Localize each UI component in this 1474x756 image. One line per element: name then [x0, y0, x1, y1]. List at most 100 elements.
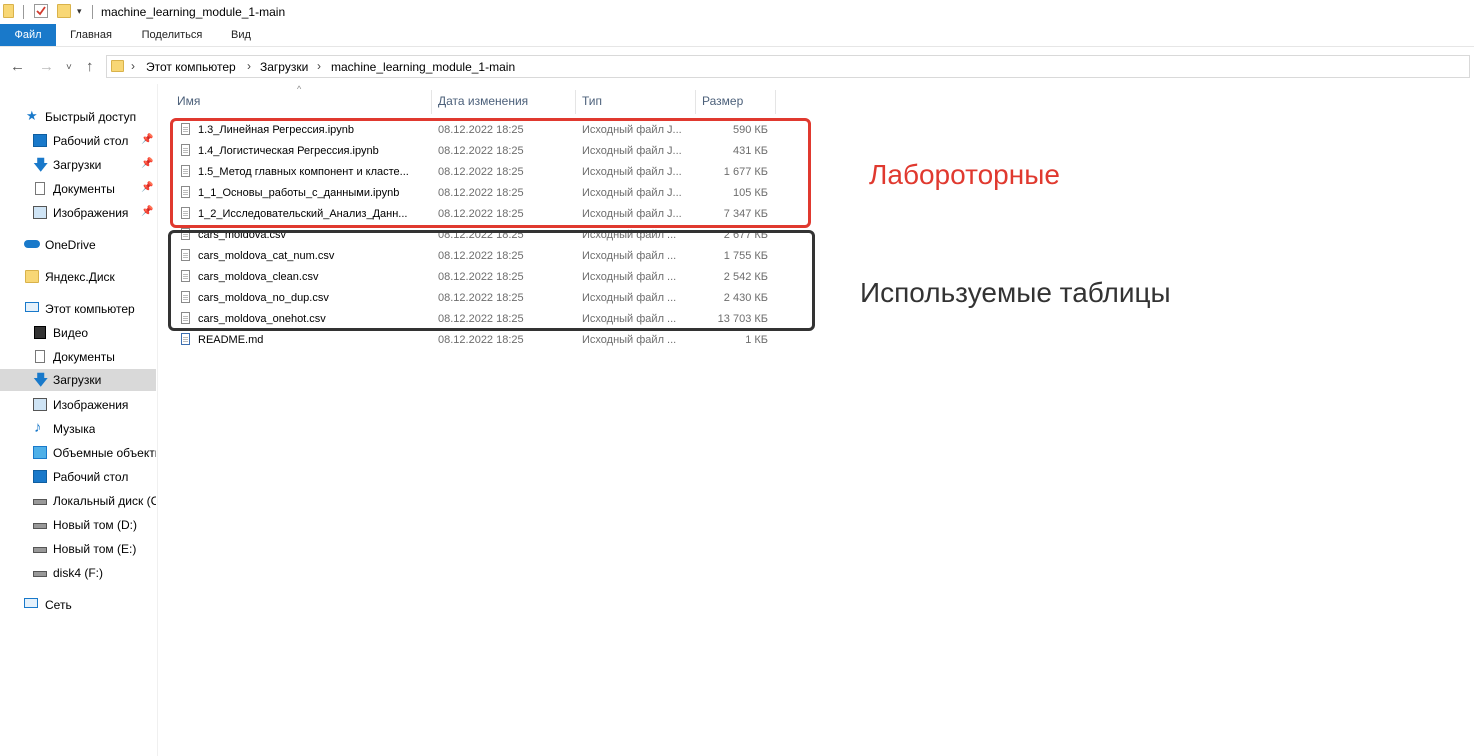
sidebar-item-label: Объемные объекты	[53, 446, 156, 460]
sidebar-item-label: Документы	[53, 182, 115, 196]
download-arrow-icon: 🡇	[33, 157, 49, 174]
sidebar-item-pictures[interactable]: Изображения 📌	[0, 202, 156, 224]
sidebar-item-pictures-pc[interactable]: Изображения	[0, 394, 156, 416]
sort-ascending-icon: ^	[297, 84, 302, 94]
tab-view[interactable]: Вид	[224, 24, 258, 46]
address-bar[interactable]: › Этот компьютер › Загрузки › machine_le…	[106, 55, 1470, 78]
breadcrumb-this-pc[interactable]: Этот компьютер	[146, 60, 236, 74]
labs-highlight-box	[170, 118, 811, 228]
pin-icon[interactable]: 📌	[141, 158, 153, 169]
title-bar: ▾ machine_learning_module_1-main	[0, 0, 1474, 24]
sidebar-item-drive-d[interactable]: Новый том (D:)	[0, 514, 156, 536]
sidebar-item-downloads-pc[interactable]: 🡇 Загрузки	[0, 369, 156, 391]
sidebar-item-label: Изображения	[53, 206, 129, 220]
divider	[92, 5, 93, 19]
sidebar-item-label: Изображения	[53, 398, 129, 412]
drive-icon	[33, 571, 47, 577]
pin-icon[interactable]: 📌	[141, 182, 153, 193]
folder-icon	[3, 4, 14, 18]
chevron-right-icon[interactable]: ›	[247, 59, 251, 73]
sidebar-item-label: Новый том (E:)	[53, 542, 137, 556]
chevron-right-icon[interactable]: ›	[317, 59, 321, 73]
sidebar-item-music[interactable]: ♪ Музыка	[0, 418, 156, 440]
sidebar-item-quick-access[interactable]: ★ Быстрый доступ	[0, 106, 156, 128]
picture-icon	[33, 398, 47, 411]
column-header-type[interactable]: Тип	[582, 94, 602, 108]
sidebar-item-label: Этот компьютер	[45, 302, 135, 316]
sidebar-item-downloads[interactable]: 🡇 Загрузки 📌	[0, 154, 156, 176]
sidebar-item-documents-pc[interactable]: Документы	[0, 346, 156, 368]
cloud-icon	[24, 240, 40, 248]
chevron-down-icon[interactable]: ▾	[77, 6, 91, 20]
folder-icon	[111, 60, 124, 72]
column-divider[interactable]	[431, 90, 432, 114]
document-icon	[35, 182, 45, 195]
network-icon	[24, 598, 38, 608]
music-note-icon: ♪	[34, 419, 42, 436]
column-header-name[interactable]: Имя	[177, 94, 200, 108]
sidebar-item-documents[interactable]: Документы 📌	[0, 178, 156, 200]
divider	[23, 5, 24, 19]
sidebar-item-videos[interactable]: Видео	[0, 322, 156, 344]
sidebar-item-desktop[interactable]: Рабочий стол 📌	[0, 130, 156, 152]
navigation-bar: ← → ˅ ↑ › Этот компьютер › Загрузки › ma…	[0, 52, 1474, 82]
drive-icon	[33, 499, 47, 505]
star-icon: ★	[26, 108, 38, 123]
sidebar-item-label: disk4 (F:)	[53, 566, 104, 580]
sidebar-item-label: Локальный диск (C:)	[53, 494, 156, 508]
sidebar-item-label: Документы	[53, 350, 115, 364]
sidebar-item-drive-e[interactable]: Новый том (E:)	[0, 538, 156, 560]
sidebar-item-label: Новый том (D:)	[53, 518, 137, 532]
tables-highlight-box	[168, 230, 815, 331]
tab-home[interactable]: Главная	[60, 24, 122, 46]
file-type: Исходный файл ...	[582, 334, 677, 346]
forward-arrow-icon[interactable]: →	[39, 58, 54, 76]
column-divider[interactable]	[575, 90, 576, 114]
column-header-size[interactable]: Размер	[702, 94, 743, 108]
cube-icon	[33, 446, 47, 459]
tab-file[interactable]: Файл	[0, 24, 56, 46]
drive-icon	[33, 523, 47, 529]
ribbon: Файл Главная Поделиться Вид	[0, 24, 1474, 47]
sidebar-item-desktop-pc[interactable]: Рабочий стол	[0, 466, 156, 488]
sidebar-item-network[interactable]: Сеть	[0, 594, 156, 616]
back-arrow-icon[interactable]: ←	[10, 58, 25, 76]
file-row[interactable]: README.md 08.12.2022 18:25 Исходный файл…	[173, 330, 793, 351]
picture-icon	[33, 206, 47, 219]
sidebar-item-drive-c[interactable]: Локальный диск (C:)	[0, 490, 156, 512]
desktop-icon	[33, 134, 47, 147]
sidebar-item-this-pc[interactable]: Этот компьютер	[0, 298, 156, 320]
breadcrumb-current-folder[interactable]: machine_learning_module_1-main	[331, 60, 515, 74]
sidebar-item-3d-objects[interactable]: Объемные объекты	[0, 442, 156, 464]
sidebar-item-label: Рабочий стол	[53, 134, 129, 148]
sidebar-item-label: Яндекс.Диск	[45, 270, 115, 284]
column-divider[interactable]	[775, 90, 776, 114]
sidebar-item-onedrive[interactable]: OneDrive	[0, 234, 156, 256]
sidebar-item-label: Видео	[53, 326, 89, 340]
file-size: 1 КБ	[745, 334, 768, 346]
sidebar-item-label: OneDrive	[45, 238, 96, 252]
file-date: 08.12.2022 18:25	[438, 334, 524, 346]
column-header-date[interactable]: Дата изменения	[438, 94, 528, 108]
video-icon	[34, 326, 46, 339]
yandex-disk-icon	[25, 270, 39, 283]
new-folder-icon[interactable]	[57, 4, 71, 18]
sidebar-item-label: Рабочий стол	[53, 470, 129, 484]
pin-icon[interactable]: 📌	[141, 206, 153, 217]
recent-locations-chevron-icon[interactable]: ˅	[66, 59, 72, 77]
tab-share[interactable]: Поделиться	[133, 24, 211, 46]
breadcrumb-downloads[interactable]: Загрузки	[260, 60, 308, 74]
sidebar-item-yandex-disk[interactable]: Яндекс.Диск	[0, 266, 156, 288]
column-divider[interactable]	[695, 90, 696, 114]
chevron-right-icon[interactable]: ›	[131, 59, 135, 73]
navigation-pane: ★ Быстрый доступ Рабочий стол 📌 🡇 Загруз…	[0, 84, 158, 756]
drive-icon	[33, 547, 47, 553]
up-arrow-icon[interactable]: ↑	[86, 58, 94, 76]
sidebar-item-drive-f[interactable]: disk4 (F:)	[0, 562, 156, 584]
document-icon	[35, 350, 45, 363]
markdown-file-icon	[181, 333, 190, 345]
sidebar-item-label: Загрузки	[53, 373, 102, 387]
computer-icon	[25, 302, 39, 312]
properties-icon[interactable]	[34, 4, 48, 18]
pin-icon[interactable]: 📌	[141, 134, 153, 145]
